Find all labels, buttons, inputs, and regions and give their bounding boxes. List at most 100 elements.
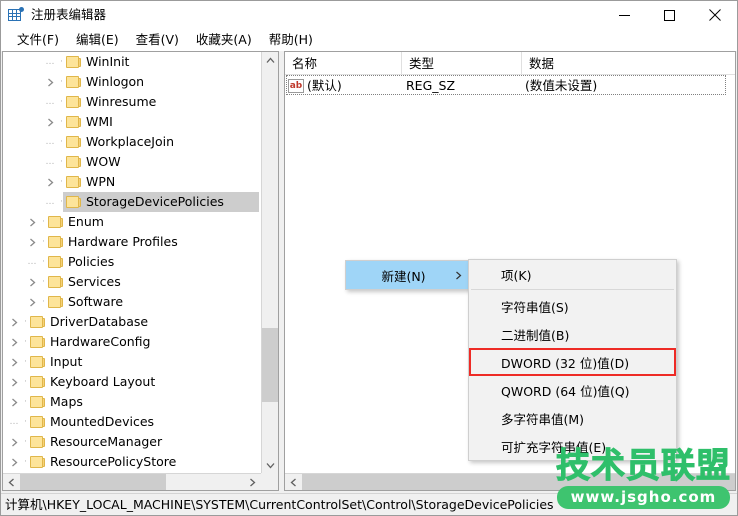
tree-scroll-thumb[interactable] [262,328,278,402]
tree-node-label: HardwareConfig [50,334,151,349]
maximize-button[interactable] [647,1,692,29]
context-menu-item-label: 可扩充字符串值(E) [501,439,607,455]
tree-node-label: Winlogon [86,74,145,89]
scroll-up-button[interactable] [262,52,278,69]
menu-help[interactable]: 帮助(H) [261,30,322,50]
values-scroll-left-button[interactable] [285,474,302,490]
menu-view[interactable]: 查看(V) [128,30,188,50]
tree-node-label: Software [68,294,124,309]
tree-node[interactable]: · Maps [3,392,263,412]
folder-icon [47,215,63,229]
chevron-left-icon [290,478,296,487]
tree-node[interactable]: … · WinInit [3,52,263,72]
tree-node-label: Input [50,354,83,369]
tree-node[interactable]: · HardwareConfig [3,332,263,352]
tree-node-label: Winresume [86,94,157,109]
tree-node-label: Enum [68,214,104,229]
registry-tree-scroll: … · WinInit · Winlogon… · Winresume · WMI… · Workp… [3,52,263,474]
column-header-type[interactable]: 类型 [402,52,522,75]
tree-node-label: ResourcePolicyStore [50,454,177,469]
tree-node[interactable]: · Services [3,272,263,292]
tree-line-connector: … [27,256,37,267]
close-button[interactable] [692,1,737,29]
folder-icon [29,435,45,449]
tree-node[interactable]: · Hardware Profiles [3,232,263,252]
tree-node[interactable]: · Keyboard Layout [3,372,263,392]
tree-node[interactable]: … · Policies [3,252,263,272]
folder-icon [65,75,81,89]
tree-horizontal-scrollbar[interactable] [3,473,278,490]
tree-expander-button[interactable] [24,232,40,252]
scroll-left-button[interactable] [3,474,20,490]
tree-node[interactable]: · WMI [3,112,263,132]
panes-container: … · WinInit · Winlogon… · Winresume · WMI… · Workp… [1,51,737,493]
tree-node[interactable]: … · Winresume [3,92,263,112]
tree-expander-button[interactable] [6,352,22,372]
tree-node[interactable]: · Enum [3,212,263,232]
chevron-right-icon [11,438,17,446]
tree-expander-button[interactable] [6,432,22,452]
tree-node[interactable]: · WPN [3,172,263,192]
tree-node[interactable]: · DriverDatabase [3,312,263,332]
tree-expander-button[interactable] [6,312,22,332]
context-menu-item[interactable]: 可扩充字符串值(E) [469,432,676,460]
tree-node-label: WinInit [86,54,130,69]
tree-node[interactable]: … · WOW [3,152,263,172]
menu-edit[interactable]: 编辑(E) [68,30,128,50]
menu-favorites[interactable]: 收藏夹(A) [188,30,261,50]
column-header-data[interactable]: 数据 [522,52,735,75]
tree-node[interactable]: · ResourcePolicyStore [3,452,263,472]
tree-hscroll-thumb[interactable] [20,474,166,490]
values-hscroll-thumb[interactable] [302,474,735,490]
tree-expander-button[interactable] [6,372,22,392]
tree-node[interactable]: … · MountedDevices [3,412,263,432]
context-menu-item-label: 字符串值(S) [501,299,569,315]
folder-icon [65,115,81,129]
tree-node[interactable]: … · WorkplaceJoin [3,132,263,152]
tree-expander-button[interactable] [24,292,40,312]
menu-file[interactable]: 文件(F) [9,30,68,50]
context-menu-item[interactable]: 二进制值(B) [469,320,676,348]
tree-node[interactable]: · Software [3,292,263,312]
context-menu-item[interactable]: 项(K) [469,260,676,288]
tree-line-connector: … [45,196,55,207]
tree-node-label: Services [68,274,121,289]
status-bar: 计算机\HKEY_LOCAL_MACHINE\SYSTEM\CurrentCon… [1,493,737,515]
tree-expander-button[interactable] [6,452,22,472]
context-menu-item[interactable]: 多字符串值(M) [469,404,676,432]
tree-node[interactable]: … · StorageDevicePolicies [3,192,263,212]
chevron-right-icon [29,218,35,226]
tree-expander-button[interactable] [42,172,58,192]
scroll-down-button[interactable] [262,457,278,474]
context-menu-item[interactable]: QWORD (64 位)值(Q) [469,376,676,404]
tree-expander-button[interactable] [42,72,58,92]
context-menu-item[interactable]: 字符串值(S) [469,292,676,320]
context-menu-parent: 新建(N) [345,260,473,290]
tree-line-connector: … [45,96,55,107]
tree-expander-button[interactable] [24,212,40,232]
tree-node[interactable]: · Winlogon [3,72,263,92]
tree-node[interactable]: · Input [3,352,263,372]
minimize-button[interactable] [602,1,647,29]
tree-expander-button[interactable] [6,332,22,352]
value-row[interactable]: ab (默认) REG_SZ (数值未设置) [285,75,735,96]
values-horizontal-scrollbar[interactable] [285,473,735,490]
tree-node[interactable]: · ResourceManager [3,432,263,452]
tree-expander-button[interactable] [42,112,58,132]
tree-line-dot: · [60,136,63,147]
column-header-name[interactable]: 名称 [285,52,402,75]
folder-icon [65,95,81,109]
tree-node-label: Keyboard Layout [50,374,156,389]
chevron-left-icon [8,478,14,487]
tree-expander-button[interactable] [24,272,40,292]
tree-line-connector: … [45,156,55,167]
tree-node-label: WPN [86,174,116,189]
context-menu-item-label: 项(K) [501,267,532,283]
context-menu-item-new[interactable]: 新建(N) [346,261,472,289]
context-menu-item[interactable]: DWORD (32 位)值(D) [469,348,676,376]
tree-vertical-scrollbar[interactable] [261,52,278,474]
tree-expander-button[interactable] [6,392,22,412]
folder-icon [29,375,45,389]
scroll-right-button[interactable] [244,474,261,490]
tree-line-dot: · [24,416,27,427]
